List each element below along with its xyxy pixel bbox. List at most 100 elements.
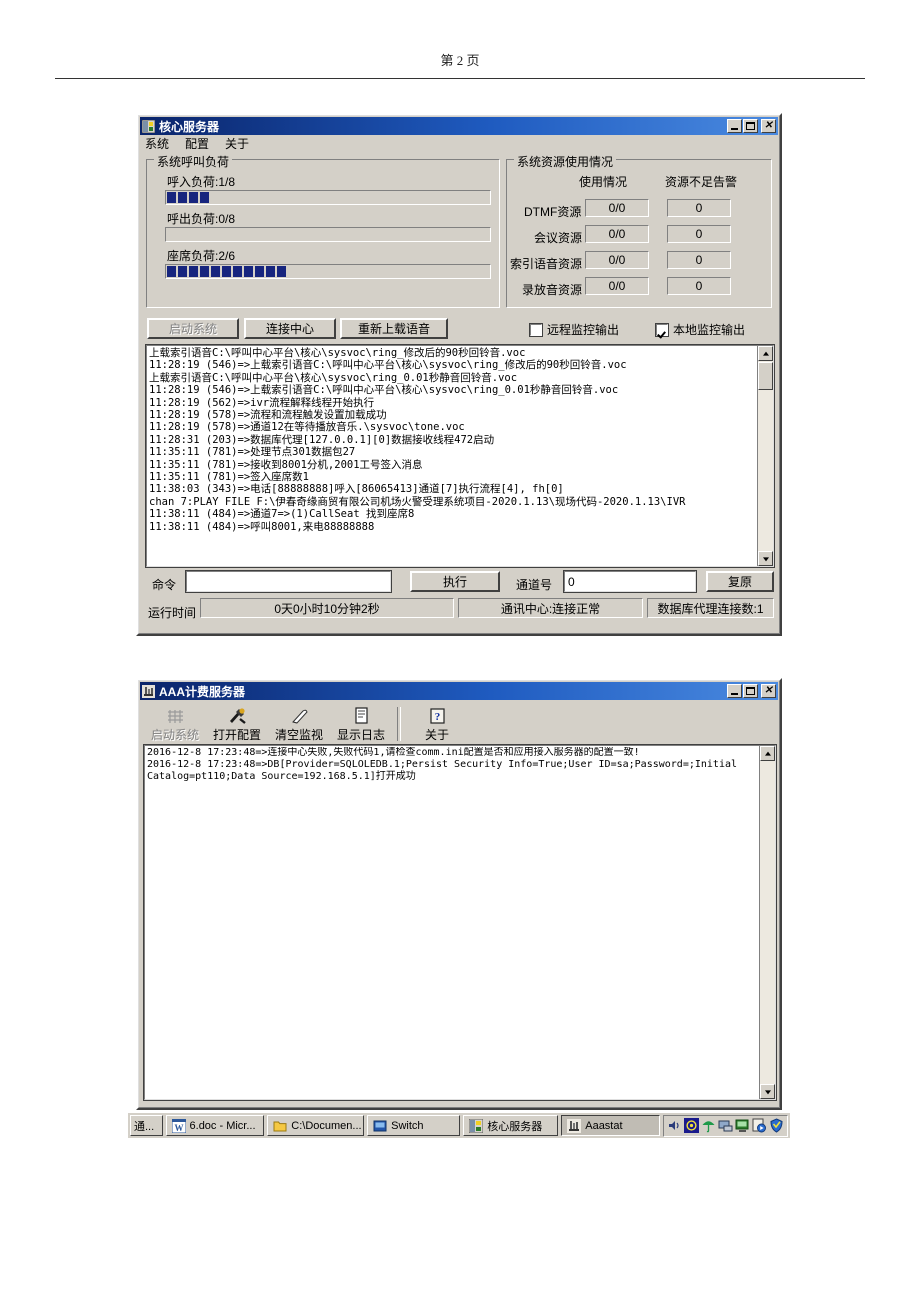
word-icon: W xyxy=(171,1118,187,1133)
minimize-icon[interactable] xyxy=(727,684,742,698)
taskbar-item-1-label: 6.doc - Micr... xyxy=(189,1119,256,1132)
taskbar-item-2[interactable]: C:\Documen... xyxy=(267,1115,365,1136)
progress-chunk xyxy=(167,266,176,277)
toolbar-separator xyxy=(397,707,401,741)
taskbar[interactable]: 通... W 6.doc - Micr... C:\Documen... Swi… xyxy=(128,1112,790,1138)
restore-button[interactable]: 复原 xyxy=(706,571,774,592)
scroll-thumb[interactable] xyxy=(758,362,773,390)
execute-button[interactable]: 执行 xyxy=(410,571,500,592)
core-server-titlebar[interactable]: 核心服务器 ✕ xyxy=(140,117,778,135)
clear-monitor-toolbutton[interactable]: 清空监视 xyxy=(268,703,330,743)
resource-usage-indexvoice: 0/0 xyxy=(585,251,649,269)
resource-alarm-dtmf: 0 xyxy=(667,199,731,217)
scroll-down-arrow-icon[interactable] xyxy=(758,551,773,566)
progress-chunk xyxy=(222,266,231,277)
reload-voice-button[interactable]: 重新上载语音 xyxy=(340,318,448,339)
start-system-button[interactable]: 启动系统 xyxy=(147,318,239,339)
switch-icon xyxy=(373,1119,387,1133)
comm-center-status: 通讯中心:连接正常 xyxy=(458,598,643,618)
taskbar-item-5[interactable]: Aaastat xyxy=(561,1115,660,1136)
core-log-scrollbar[interactable] xyxy=(757,346,773,566)
page-header-rule xyxy=(55,78,865,79)
connect-center-button[interactable]: 连接中心 xyxy=(244,318,336,339)
minimize-icon[interactable] xyxy=(727,119,742,133)
aaa-window-controls[interactable]: ✕ xyxy=(727,684,776,698)
remote-monitor-checkbox-box[interactable] xyxy=(529,322,543,337)
inbound-load-label: 呼入负荷:1/8 xyxy=(167,175,236,189)
aaa-log-scrollbar[interactable] xyxy=(759,746,775,1099)
taskbar-item-0[interactable]: 通... xyxy=(130,1115,163,1136)
tools-icon xyxy=(227,706,247,726)
umbrella-icon[interactable] xyxy=(701,1118,716,1133)
core-menubar[interactable]: 系统 配置 关于 xyxy=(138,135,780,152)
resource-row-label-indexvoice: 索引语音资源 xyxy=(510,257,583,271)
scroll-up-arrow-icon[interactable] xyxy=(758,346,773,361)
resource-alarm-record: 0 xyxy=(667,277,731,295)
show-log-toolbutton-label: 显示日志 xyxy=(336,728,385,742)
core-server-icon xyxy=(468,1118,484,1133)
taskbar-item-5-label: Aaastat xyxy=(585,1119,623,1132)
taskbar-item-3[interactable]: Switch xyxy=(367,1115,461,1136)
core-log-text: 上载索引语音C:\呼叫中心平台\核心\sysvoc\ring_修改后的90秒回铃… xyxy=(149,347,686,533)
network-icon[interactable] xyxy=(684,1118,699,1133)
command-input[interactable] xyxy=(185,570,392,593)
progress-chunk xyxy=(244,266,253,277)
runtime-label: 运行时间 xyxy=(148,606,197,620)
monitor-icon[interactable] xyxy=(718,1118,733,1133)
about-toolbutton[interactable]: ? 关于 xyxy=(406,703,468,743)
grid-icon xyxy=(166,706,185,726)
menu-item-config[interactable]: 配置 xyxy=(184,135,210,152)
close-icon[interactable]: ✕ xyxy=(761,119,776,133)
aaa-log-box[interactable]: 2016-12-8 17:23:48=>连接中心失败,失败代码1,请检查comm… xyxy=(143,744,777,1101)
taskbar-item-4[interactable]: 核心服务器 xyxy=(463,1115,559,1136)
display-icon[interactable] xyxy=(735,1118,750,1133)
app-icon xyxy=(142,684,155,698)
maximize-icon[interactable] xyxy=(743,684,758,698)
aaa-billing-window[interactable]: AAA计费服务器 ✕ 启动系统 打开配置 清空监视 显示日志 ? 关于 2016… xyxy=(136,678,782,1110)
core-log-box[interactable]: 上载索引语音C:\呼叫中心平台\核心\sysvoc\ring_修改后的90秒回铃… xyxy=(145,344,775,568)
menu-item-about[interactable]: 关于 xyxy=(224,135,250,152)
progress-chunk xyxy=(200,192,209,203)
progress-chunk xyxy=(189,192,198,203)
folder-icon xyxy=(273,1119,287,1133)
volume-icon[interactable] xyxy=(667,1118,682,1133)
local-monitor-label: 本地监控输出 xyxy=(673,323,746,337)
core-server-window[interactable]: 核心服务器 ✕ 系统 配置 关于 系统呼叫负荷 呼入负荷:1/8 呼出负荷:0/… xyxy=(136,113,782,636)
seat-load-label: 座席负荷:2/6 xyxy=(167,249,236,263)
core-window-controls[interactable]: ✕ xyxy=(727,119,776,133)
menu-item-system[interactable]: 系统 xyxy=(144,135,170,152)
system-tray[interactable] xyxy=(663,1114,788,1137)
start-system-toolbutton[interactable]: 启动系统 xyxy=(144,703,206,743)
media-icon[interactable] xyxy=(752,1118,767,1133)
progress-chunk xyxy=(200,266,209,277)
channel-input[interactable]: 0 xyxy=(563,570,697,593)
shield-icon[interactable] xyxy=(769,1118,784,1133)
seat-load-bar xyxy=(165,264,491,279)
scroll-up-arrow-icon[interactable] xyxy=(760,746,775,761)
resource-usage-record: 0/0 xyxy=(585,277,649,295)
inbound-load-bar xyxy=(165,190,491,205)
app-icon xyxy=(141,119,156,133)
maximize-icon[interactable] xyxy=(743,119,758,133)
taskbar-item-1[interactable]: W 6.doc - Micr... xyxy=(165,1115,265,1136)
page-header: 第 2 页 xyxy=(440,53,480,68)
resource-row-label-record: 录放音资源 xyxy=(522,283,583,297)
resource-alarm-indexvoice: 0 xyxy=(667,251,731,269)
show-log-toolbutton[interactable]: 显示日志 xyxy=(330,703,392,743)
local-monitor-checkbox[interactable]: 本地监控输出 xyxy=(655,321,746,338)
scroll-track[interactable] xyxy=(760,761,775,1084)
local-monitor-checkbox-box[interactable] xyxy=(655,322,669,337)
document-icon xyxy=(353,706,370,726)
progress-chunk xyxy=(255,266,264,277)
aaa-titlebar[interactable]: AAA计费服务器 ✕ xyxy=(140,682,778,700)
resource-row-label-conference: 会议资源 xyxy=(534,231,583,245)
close-icon[interactable]: ✕ xyxy=(761,684,776,698)
scroll-down-arrow-icon[interactable] xyxy=(760,1084,775,1099)
resource-usage-dtmf: 0/0 xyxy=(585,199,649,217)
resource-row-label-dtmf: DTMF资源 xyxy=(524,205,582,219)
outbound-load-label: 呼出负荷:0/8 xyxy=(167,212,236,226)
open-config-toolbutton[interactable]: 打开配置 xyxy=(206,703,268,743)
aaa-toolbar[interactable]: 启动系统 打开配置 清空监视 显示日志 ? 关于 xyxy=(144,701,468,743)
outbound-load-bar xyxy=(165,227,491,242)
remote-monitor-checkbox[interactable]: 远程监控输出 xyxy=(529,321,619,338)
